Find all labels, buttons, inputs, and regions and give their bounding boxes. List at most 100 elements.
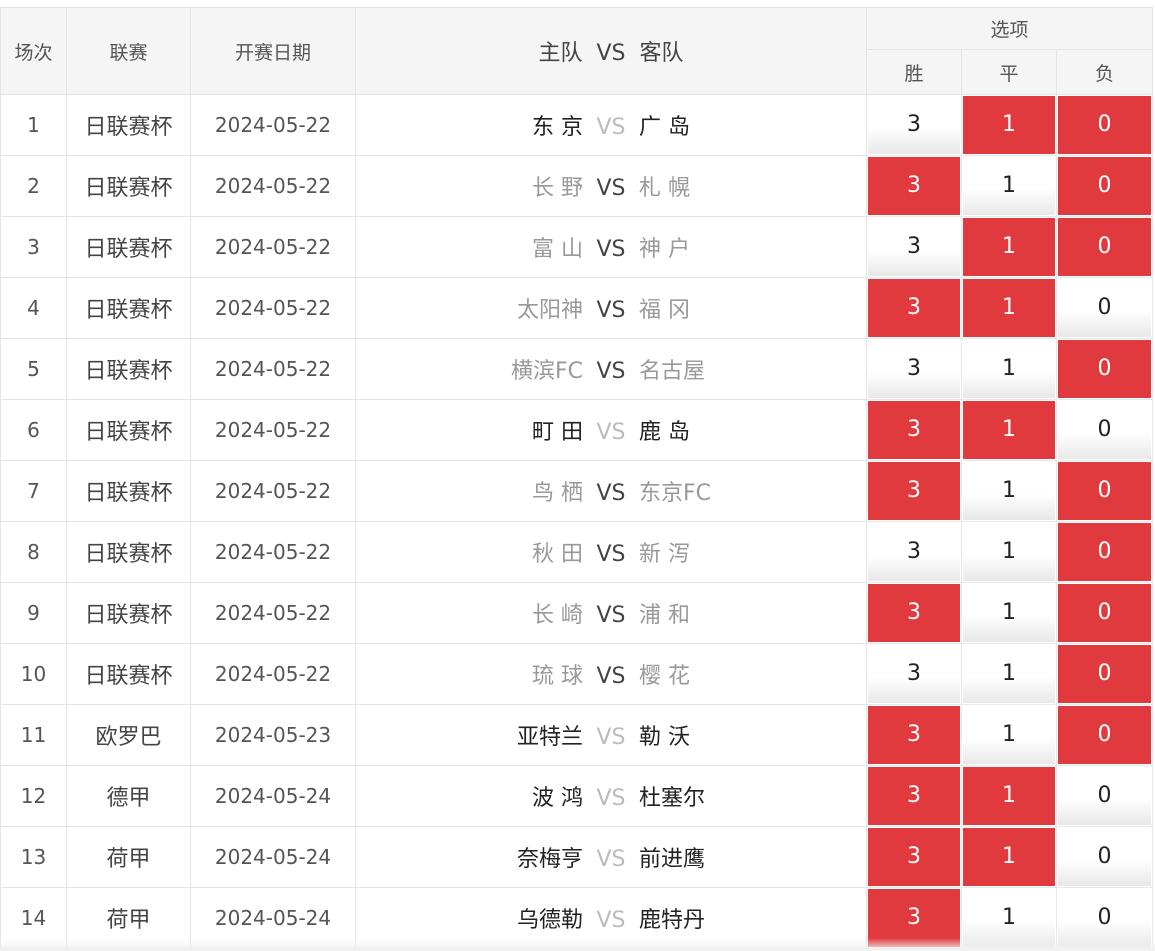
match-date: 2024-05-23 <box>190 704 356 766</box>
option-draw-button[interactable]: 1 <box>963 584 1055 642</box>
home-team: 秋 田 <box>532 542 583 567</box>
option-loss-button[interactable]: 0 <box>1058 462 1152 520</box>
option-loss-button[interactable]: 0 <box>1058 279 1152 337</box>
matchup-cell: 秋 田 VS 新 泻 <box>355 521 867 583</box>
match-number: 13 <box>0 826 67 888</box>
option-win-button[interactable]: 3 <box>868 96 960 154</box>
option-cell-win: 3 <box>866 521 962 583</box>
matchup-cell: 太阳神 VS 福 冈 <box>355 277 867 339</box>
option-cell-loss: 0 <box>1055 582 1154 644</box>
option-loss-button[interactable]: 0 <box>1058 523 1152 581</box>
match-number: 8 <box>0 521 67 583</box>
option-loss-button[interactable]: 0 <box>1058 96 1152 154</box>
match-date: 2024-05-22 <box>190 338 356 400</box>
option-loss-button[interactable]: 0 <box>1058 218 1152 276</box>
header-vs: VS <box>596 41 626 66</box>
home-team: 乌德勒 <box>516 908 583 933</box>
option-cell-draw: 1 <box>961 399 1057 461</box>
option-win-button[interactable]: 3 <box>868 340 960 398</box>
home-team: 东 京 <box>532 115 583 140</box>
option-loss-button[interactable]: 0 <box>1058 584 1152 642</box>
league-name: 荷甲 <box>66 826 191 888</box>
home-team: 太阳神 <box>516 298 583 323</box>
matchup-cell: 长 野 VS 札 幌 <box>355 155 867 217</box>
league-name: 欧罗巴 <box>66 704 191 766</box>
option-loss-button[interactable]: 0 <box>1058 157 1152 215</box>
match-number: 9 <box>0 582 67 644</box>
match-date: 2024-05-22 <box>190 399 356 461</box>
option-loss-button[interactable]: 0 <box>1058 401 1152 459</box>
option-win-button[interactable]: 3 <box>868 767 960 825</box>
option-win-button[interactable]: 3 <box>868 462 960 520</box>
option-win-button[interactable]: 3 <box>868 279 960 337</box>
bottom-fade <box>0 938 1155 951</box>
away-team: 神 户 <box>639 237 690 262</box>
option-loss-button[interactable]: 0 <box>1058 706 1152 764</box>
header-win: 胜 <box>866 49 962 95</box>
match-date: 2024-05-22 <box>190 216 356 278</box>
option-cell-loss: 0 <box>1055 521 1154 583</box>
home-team: 鸟 栖 <box>532 481 583 506</box>
header-draw: 平 <box>961 49 1057 95</box>
table-row: 2 日联赛杯 2024-05-22 长 野 VS 札 幌 310 <box>0 155 1154 217</box>
match-table: 场次 联赛 开赛日期 主队 VS 客队 选项 胜 平 负 1 日联赛杯 2024-0… <box>0 7 1154 949</box>
option-loss-button[interactable]: 0 <box>1058 340 1152 398</box>
option-win-button[interactable]: 3 <box>868 218 960 276</box>
option-draw-button[interactable]: 1 <box>963 401 1055 459</box>
option-cell-win: 3 <box>866 765 962 827</box>
option-draw-button[interactable]: 1 <box>963 706 1055 764</box>
header-home: 主队 <box>538 41 583 66</box>
option-cell-draw: 1 <box>961 704 1057 766</box>
table-row: 8 日联赛杯 2024-05-22 秋 田 VS 新 泻 310 <box>0 521 1154 583</box>
option-draw-button[interactable]: 1 <box>963 645 1055 703</box>
option-draw-button[interactable]: 1 <box>963 462 1055 520</box>
option-cell-draw: 1 <box>961 338 1057 400</box>
league-name: 日联赛杯 <box>66 216 191 278</box>
match-number: 6 <box>0 399 67 461</box>
matchup-cell: 富 山 VS 神 户 <box>355 216 867 278</box>
away-team: 东京FC <box>639 481 712 506</box>
option-win-button[interactable]: 3 <box>868 584 960 642</box>
option-draw-button[interactable]: 1 <box>963 96 1055 154</box>
table-row: 6 日联赛杯 2024-05-22 町 田 VS 鹿 岛 310 <box>0 399 1154 461</box>
home-team: 亚特兰 <box>516 725 583 750</box>
home-team: 横滨FC <box>510 359 583 384</box>
option-cell-draw: 1 <box>961 155 1057 217</box>
league-name: 日联赛杯 <box>66 94 191 156</box>
away-team: 广 岛 <box>639 115 690 140</box>
option-win-button[interactable]: 3 <box>868 523 960 581</box>
option-cell-win: 3 <box>866 704 962 766</box>
matchup-cell: 波 鸿 VS 杜塞尔 <box>355 765 867 827</box>
match-number: 4 <box>0 277 67 339</box>
option-win-button[interactable]: 3 <box>868 828 960 886</box>
option-cell-win: 3 <box>866 216 962 278</box>
option-draw-button[interactable]: 1 <box>963 157 1055 215</box>
option-draw-button[interactable]: 1 <box>963 828 1055 886</box>
option-loss-button[interactable]: 0 <box>1058 828 1152 886</box>
option-draw-button[interactable]: 1 <box>963 218 1055 276</box>
option-cell-draw: 1 <box>961 521 1057 583</box>
option-win-button[interactable]: 3 <box>868 401 960 459</box>
option-draw-button[interactable]: 1 <box>963 523 1055 581</box>
header-league: 联赛 <box>66 7 191 95</box>
option-win-button[interactable]: 3 <box>868 706 960 764</box>
table-row: 3 日联赛杯 2024-05-22 富 山 VS 神 户310 <box>0 216 1154 278</box>
vs-label: VS <box>596 237 626 262</box>
league-name: 日联赛杯 <box>66 460 191 522</box>
option-loss-button[interactable]: 0 <box>1058 767 1152 825</box>
vs-label: VS <box>596 664 626 689</box>
option-loss-button[interactable]: 0 <box>1058 645 1152 703</box>
option-draw-button[interactable]: 1 <box>963 767 1055 825</box>
option-win-button[interactable]: 3 <box>868 157 960 215</box>
option-win-button[interactable]: 3 <box>868 645 960 703</box>
option-cell-loss: 0 <box>1055 338 1154 400</box>
vs-label: VS <box>596 359 626 384</box>
option-cell-win: 3 <box>866 826 962 888</box>
league-name: 日联赛杯 <box>66 521 191 583</box>
option-draw-button[interactable]: 1 <box>963 340 1055 398</box>
vs-label: VS <box>596 420 626 445</box>
match-date: 2024-05-22 <box>190 155 356 217</box>
option-draw-button[interactable]: 1 <box>963 279 1055 337</box>
away-team: 杜塞尔 <box>639 786 706 811</box>
option-cell-draw: 1 <box>961 765 1057 827</box>
